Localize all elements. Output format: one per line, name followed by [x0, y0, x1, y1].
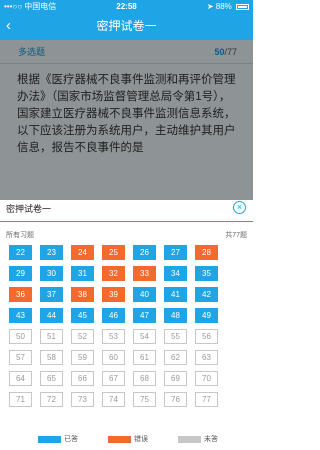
question-cell-77[interactable]: 77 [195, 392, 218, 407]
question-text: 根据《医疗器械不良事件监测和再评价管理办法》（国家市场监督管理总局令第1号），国… [17, 74, 236, 154]
legend-unanswered: 未答 [178, 434, 218, 446]
question-cell-48[interactable]: 48 [164, 308, 187, 323]
legend-answered-swatch [38, 435, 61, 443]
question-cell-37[interactable]: 37 [40, 287, 63, 302]
question-cell-29[interactable]: 29 [9, 266, 32, 281]
question-cell-47[interactable]: 47 [133, 308, 156, 323]
question-cell-56[interactable]: 56 [195, 329, 218, 344]
question-cell-68[interactable]: 68 [133, 371, 156, 386]
page-title: 密押试卷一 [96, 19, 157, 33]
question-cell-61[interactable]: 61 [133, 350, 156, 365]
question-cell-55[interactable]: 55 [164, 329, 187, 344]
question-cell-42[interactable]: 42 [195, 287, 218, 302]
question-cell-72[interactable]: 72 [40, 392, 63, 407]
question-cell-53[interactable]: 53 [102, 329, 125, 344]
question-cell-51[interactable]: 51 [40, 329, 63, 344]
question-cell-36[interactable]: 36 [9, 287, 32, 302]
question-cell-49[interactable]: 49 [195, 308, 218, 323]
question-cell-63[interactable]: 63 [195, 350, 218, 365]
question-current: 50 [214, 47, 225, 57]
sheet-title: 密押试卷一 [6, 204, 52, 214]
question-cell-32[interactable]: 32 [102, 266, 125, 281]
question-cell-39[interactable]: 39 [102, 287, 125, 302]
question-cell-25[interactable]: 25 [102, 245, 125, 260]
question-area: 多选题 50/77 根据《医疗器械不良事件监测和再评价管理办法》（国家市场监督管… [0, 40, 253, 200]
question-progress: 50/77 [214, 40, 237, 64]
question-cell-57[interactable]: 57 [9, 350, 32, 365]
sheet-divider [0, 221, 253, 222]
question-cell-52[interactable]: 52 [71, 329, 94, 344]
question-cell-43[interactable]: 43 [9, 308, 32, 323]
question-cell-62[interactable]: 62 [164, 350, 187, 365]
question-cell-26[interactable]: 26 [133, 245, 156, 260]
legend-wrong-swatch [108, 435, 131, 443]
legend-wrong: 错误 [108, 434, 148, 446]
question-cell-69[interactable]: 69 [164, 371, 187, 386]
question-cell-40[interactable]: 40 [133, 287, 156, 302]
question-cell-65[interactable]: 65 [40, 371, 63, 386]
question-cell-59[interactable]: 59 [71, 350, 94, 365]
question-cell-28[interactable]: 28 [195, 245, 218, 260]
question-cell-74[interactable]: 74 [102, 392, 125, 407]
legend-answered: 已答 [38, 434, 78, 446]
question-cell-66[interactable]: 66 [71, 371, 94, 386]
location-icon: ➤ [206, 2, 214, 11]
question-cell-70[interactable]: 70 [195, 371, 218, 386]
question-cell-58[interactable]: 58 [40, 350, 63, 365]
question-count-label: 共77题 [225, 232, 247, 239]
question-cell-60[interactable]: 60 [102, 350, 125, 365]
legend-answered-label: 已答 [64, 436, 78, 443]
close-icon[interactable]: × [233, 201, 246, 214]
status-bar: •••○○ 中国电信 22:58 ➤ 88% [0, 0, 253, 13]
question-cell-22[interactable]: 22 [9, 245, 32, 260]
answer-sheet: 密押试卷一 × 所有习题 共77题 [0, 200, 253, 450]
question-cell-44[interactable]: 44 [40, 308, 63, 323]
question-cell-34[interactable]: 34 [164, 266, 187, 281]
battery-percent: 88% [215, 2, 232, 11]
question-cell-30[interactable]: 30 [40, 266, 63, 281]
legend-wrong-label: 错误 [134, 436, 148, 443]
battery-icon [236, 3, 249, 10]
question-total: /77 [224, 47, 237, 57]
legend-unanswered-swatch [178, 435, 201, 443]
question-cell-64[interactable]: 64 [9, 371, 32, 386]
question-cell-46[interactable]: 46 [102, 308, 125, 323]
status-right: ➤ 88% [207, 0, 249, 13]
question-cell-73[interactable]: 73 [71, 392, 94, 407]
question-type: 多选题 [18, 47, 46, 57]
question-cell-24[interactable]: 24 [71, 245, 94, 260]
question-cell-67[interactable]: 67 [102, 371, 125, 386]
question-cell-50[interactable]: 50 [9, 329, 32, 344]
legend-unanswered-label: 未答 [204, 436, 218, 443]
question-meta: 多选题 50/77 [0, 40, 253, 64]
question-cell-76[interactable]: 76 [164, 392, 187, 407]
question-cell-45[interactable]: 45 [71, 308, 94, 323]
sheet-header: 密押试卷一 × [0, 200, 253, 221]
question-cell-75[interactable]: 75 [133, 392, 156, 407]
all-questions-label: 所有习题 [6, 232, 34, 239]
question-cell-23[interactable]: 23 [40, 245, 63, 260]
question-cell-35[interactable]: 35 [195, 266, 218, 281]
question-cell-71[interactable]: 71 [9, 392, 32, 407]
question-cell-31[interactable]: 31 [71, 266, 94, 281]
question-cell-38[interactable]: 38 [71, 287, 94, 302]
question-cell-41[interactable]: 41 [164, 287, 187, 302]
question-cell-54[interactable]: 54 [133, 329, 156, 344]
nav-bar: ‹ 密押试卷一 [0, 13, 253, 40]
question-cell-33[interactable]: 33 [133, 266, 156, 281]
question-cell-27[interactable]: 27 [164, 245, 187, 260]
legend: 已答 错误 未答 [0, 434, 253, 446]
